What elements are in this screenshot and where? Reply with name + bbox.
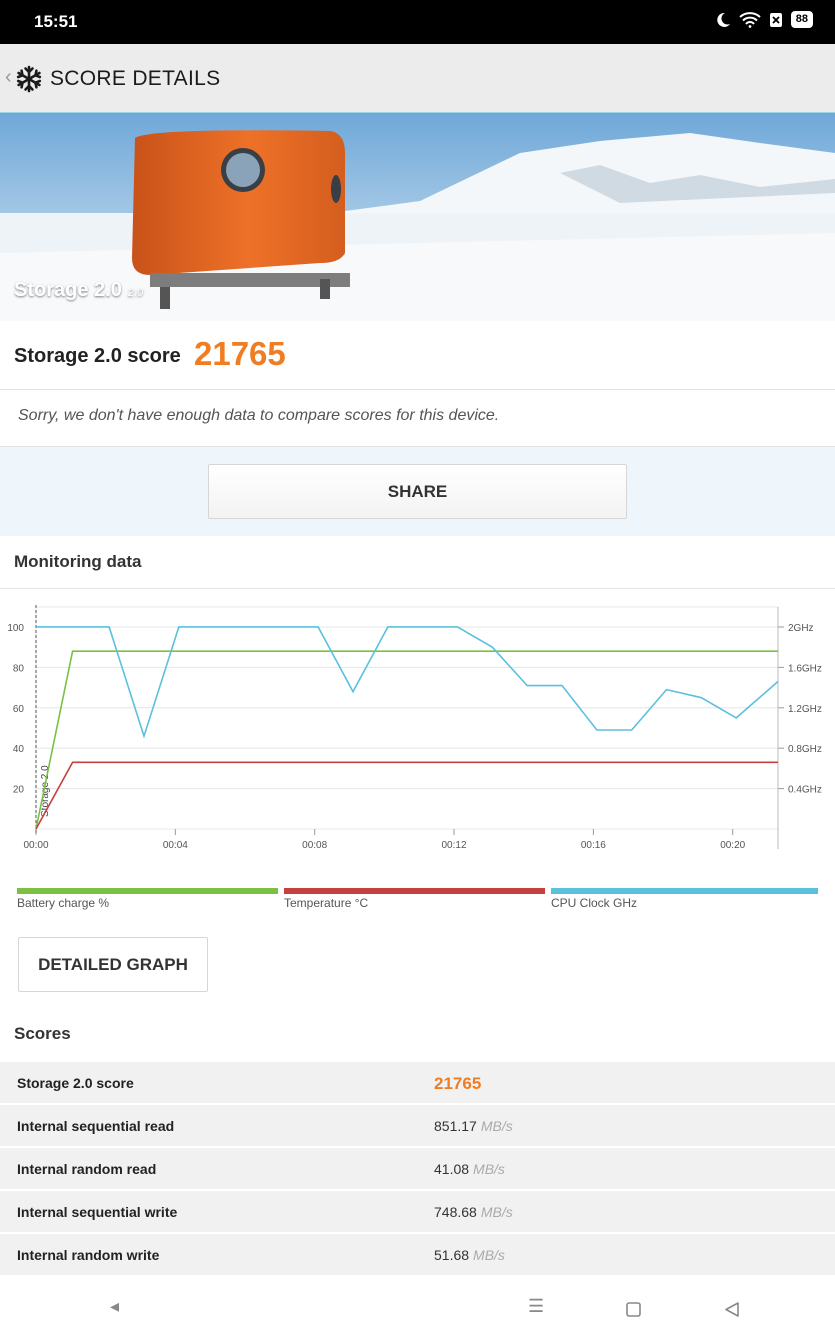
share-button[interactable]: SHARE: [208, 464, 627, 519]
x-tick-label: 00:00: [23, 840, 48, 851]
compare-note-text: Sorry, we don't have enough data to comp…: [18, 407, 500, 424]
hero-benchmark-name: Storage 2.0: [14, 279, 122, 301]
score-number: 21765: [434, 1074, 482, 1093]
y-right-tick-label: 1.2GHz: [788, 704, 822, 715]
status-icons: 88: [715, 11, 813, 28]
score-name: Internal random write: [17, 1247, 160, 1263]
score-label: Storage 2.0 score: [14, 345, 181, 367]
score-number: 41.08: [434, 1161, 470, 1177]
y-right-tick-label: 0.8GHz: [788, 744, 822, 755]
score-name: Storage 2.0 score: [17, 1075, 134, 1091]
x-tick-label: 00:16: [581, 840, 606, 851]
status-time: 15:51: [34, 12, 78, 31]
back-chevron-icon[interactable]: ‹: [5, 66, 12, 89]
x-tick-label: 00:20: [720, 840, 745, 851]
score-value-cell: 748.68 MB/s: [434, 1204, 513, 1220]
legend-cpu-label: CPU Clock GHz: [551, 896, 638, 910]
nav-home-icon[interactable]: [626, 1302, 641, 1317]
legend-cpu: CPU Clock GHz: [551, 888, 818, 910]
score-name: Internal sequential read: [17, 1118, 175, 1134]
scores-table: Storage 2.0 score 21765 Internal sequent…: [0, 1060, 835, 1275]
y-left-tick-label: 60: [13, 704, 25, 715]
table-row: Storage 2.0 score 21765: [0, 1060, 835, 1103]
score-summary: Storage 2.0 score 21765: [0, 321, 835, 390]
table-row: Internal sequential write 748.68 MB/s: [0, 1189, 835, 1232]
legend-battery: Battery charge %: [17, 888, 278, 910]
score-unit: MB/s: [473, 1161, 505, 1177]
hero-label: Storage 2.0 2.0: [14, 279, 143, 302]
score-number: 51.68: [434, 1247, 470, 1263]
detailed-graph-button[interactable]: DETAILED GRAPH: [18, 937, 208, 992]
y-right-tick-label: 2GHz: [788, 623, 814, 634]
nav-back-icon[interactable]: [724, 1302, 740, 1317]
score-name: Internal sequential write: [17, 1204, 178, 1220]
score-value-cell: 21765: [434, 1074, 481, 1094]
monitoring-chart: 100 80 60 40 20 2GHz 1.6GHz 1.2GHz 0.8GHz 0.4GHz 0…: [7, 605, 822, 851]
x-tick-label: 00:08: [302, 840, 327, 851]
score-number: 851.17: [434, 1118, 477, 1134]
scores-title: Scores: [14, 1024, 71, 1043]
x-tick-label: 00:12: [442, 840, 467, 851]
score-value-cell: 51.68 MB/s: [434, 1247, 505, 1263]
page-title: SCORE DETAILS: [50, 67, 221, 90]
y-right-tick-label: 0.4GHz: [788, 785, 822, 796]
monitoring-header: Monitoring data: [0, 537, 835, 589]
monitoring-section: Monitoring data 100 80 60 40 20 2GHz 1.6GHz 1.2…: [0, 537, 835, 1059]
legend-battery-swatch: [17, 888, 278, 894]
sim-blocked-icon: [769, 12, 782, 27]
score-value-cell: 41.08 MB/s: [434, 1161, 505, 1177]
legend-cpu-swatch: [551, 888, 818, 894]
chart-plot-area: [35, 606, 779, 830]
monitoring-title: Monitoring data: [14, 552, 142, 571]
nav-back-small-icon[interactable]: ◂: [110, 1296, 119, 1317]
y-left-tick-label: 100: [7, 623, 24, 634]
nav-menu-icon[interactable]: ☰: [528, 1296, 544, 1317]
hero-version: 2.0: [127, 287, 144, 299]
table-row: Internal sequential read 851.17 MB/s: [0, 1103, 835, 1146]
y-right-tick-label: 1.6GHz: [788, 663, 822, 674]
y-left-tick-label: 20: [13, 785, 25, 796]
legend-battery-label: Battery charge %: [17, 896, 110, 910]
score-unit: MB/s: [480, 1118, 513, 1134]
moon-icon: [717, 12, 730, 27]
legend-temperature-label: Temperature °C: [284, 896, 369, 910]
score-unit: MB/s: [473, 1247, 505, 1263]
benchmark-hero-image: Storage 2.0 2.0: [0, 113, 835, 321]
app-bar: ‹ SCORE DETAILS: [0, 44, 835, 114]
system-nav-bar: ◂ ☰: [0, 1282, 835, 1336]
y-left-tick-label: 80: [13, 663, 25, 674]
table-row: Internal random read 41.08 MB/s: [0, 1146, 835, 1189]
snowflake-logo-icon: [16, 65, 42, 93]
legend-temperature-swatch: [284, 888, 545, 894]
score-number: 748.68: [434, 1204, 477, 1220]
score-value-cell: 851.17 MB/s: [434, 1118, 513, 1134]
compare-note: Sorry, we don't have enough data to comp…: [0, 390, 835, 447]
battery-indicator: 88: [790, 11, 813, 28]
y-left-tick-label: 40: [13, 744, 25, 755]
share-section: SHARE: [0, 447, 835, 536]
status-bar: 15:51 88: [0, 0, 835, 44]
table-row: Internal random write 51.68 MB/s: [0, 1232, 835, 1275]
score-name: Internal random read: [17, 1161, 157, 1177]
x-tick-label: 00:04: [163, 840, 188, 851]
wifi-icon: [739, 11, 761, 28]
legend-temperature: Temperature °C: [284, 888, 545, 910]
benchmark-marker-label: Storage 2.0: [40, 765, 51, 817]
score-unit: MB/s: [480, 1204, 513, 1220]
score-value: 21765: [194, 335, 286, 372]
